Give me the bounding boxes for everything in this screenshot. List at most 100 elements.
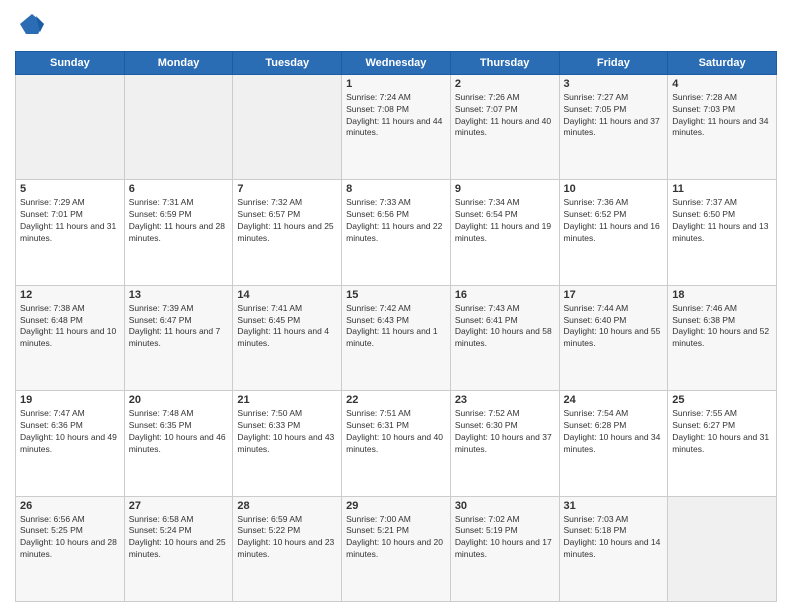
calendar-cell: 10 Sunrise: 7:36 AMSunset: 6:52 PMDayligh… [559, 180, 668, 285]
day-info: Sunrise: 7:36 AMSunset: 6:52 PMDaylight:… [564, 197, 664, 245]
day-number: 28 [237, 500, 337, 512]
week-row-4: 19Sunrise: 7:47 AMSunset: 6:36 PMDayligh… [16, 391, 777, 496]
calendar-cell: 15Sunrise: 7:42 AMSunset: 6:43 PMDayligh… [342, 285, 451, 390]
day-info: Sunrise: 7:42 AMSunset: 6:43 PMDaylight:… [346, 303, 446, 351]
day-info: Sunrise: 7:29 AMSunset: 7:01 PMDaylight:… [20, 197, 120, 245]
day-info: Sunrise: 7:41 AMSunset: 6:45 PMDaylight:… [237, 303, 337, 351]
logo-icon [18, 10, 46, 38]
calendar-cell: 5 Sunrise: 7:29 AMSunset: 7:01 PMDaylight… [16, 180, 125, 285]
calendar-cell: 11 Sunrise: 7:37 AMSunset: 6:50 PMDayligh… [668, 180, 777, 285]
calendar-cell: 29 Sunrise: 7:00 AMSunset: 5:21 PMDayligh… [342, 496, 451, 601]
weekday-header-thursday: Thursday [450, 51, 559, 74]
weekday-header-row: SundayMondayTuesdayWednesdayThursdayFrid… [16, 51, 777, 74]
day-number: 21 [237, 394, 337, 406]
calendar-cell: 9 Sunrise: 7:34 AMSunset: 6:54 PMDaylight… [450, 180, 559, 285]
week-row-3: 12Sunrise: 7:38 AMSunset: 6:48 PMDayligh… [16, 285, 777, 390]
calendar-cell: 23 Sunrise: 7:52 AMSunset: 6:30 PMDayligh… [450, 391, 559, 496]
day-info: Sunrise: 7:28 AMSunset: 7:03 PMDaylight:… [672, 92, 772, 140]
day-number: 19 [20, 394, 120, 406]
day-info: Sunrise: 7:27 AMSunset: 7:05 PMDaylight:… [564, 92, 664, 140]
day-number: 23 [455, 394, 555, 406]
calendar-cell: 21 Sunrise: 7:50 AMSunset: 6:33 PMDayligh… [233, 391, 342, 496]
day-info: Sunrise: 7:03 AMSunset: 5:18 PMDaylight:… [564, 514, 664, 562]
calendar-table: SundayMondayTuesdayWednesdayThursdayFrid… [15, 51, 777, 602]
day-number: 14 [237, 289, 337, 301]
calendar-cell [233, 74, 342, 179]
week-row-1: 1Sunrise: 7:24 AMSunset: 7:08 PMDaylight… [16, 74, 777, 179]
day-number: 18 [672, 289, 772, 301]
day-number: 2 [455, 78, 555, 90]
weekday-header-saturday: Saturday [668, 51, 777, 74]
day-number: 27 [129, 500, 229, 512]
day-number: 16 [455, 289, 555, 301]
day-info: Sunrise: 7:33 AMSunset: 6:56 PMDaylight:… [346, 197, 446, 245]
calendar-cell: 31Sunrise: 7:03 AMSunset: 5:18 PMDayligh… [559, 496, 668, 601]
calendar-cell: 20 Sunrise: 7:48 AMSunset: 6:35 PMDayligh… [124, 391, 233, 496]
calendar-cell: 13 Sunrise: 7:39 AMSunset: 6:47 PMDayligh… [124, 285, 233, 390]
day-info: Sunrise: 7:48 AMSunset: 6:35 PMDaylight:… [129, 408, 229, 456]
day-info: Sunrise: 7:46 AMSunset: 6:38 PMDaylight:… [672, 303, 772, 351]
calendar-cell: 26 Sunrise: 6:56 AMSunset: 5:25 PMDayligh… [16, 496, 125, 601]
day-number: 25 [672, 394, 772, 406]
calendar-cell: 7 Sunrise: 7:32 AMSunset: 6:57 PMDaylight… [233, 180, 342, 285]
day-number: 17 [564, 289, 664, 301]
calendar-cell: 22Sunrise: 7:51 AMSunset: 6:31 PMDayligh… [342, 391, 451, 496]
weekday-header-sunday: Sunday [16, 51, 125, 74]
day-number: 13 [129, 289, 229, 301]
calendar-cell [668, 496, 777, 601]
day-number: 5 [20, 183, 120, 195]
day-number: 4 [672, 78, 772, 90]
calendar-cell: 4 Sunrise: 7:28 AMSunset: 7:03 PMDaylight… [668, 74, 777, 179]
day-info: Sunrise: 7:37 AMSunset: 6:50 PMDaylight:… [672, 197, 772, 245]
calendar-cell: 6Sunrise: 7:31 AMSunset: 6:59 PMDaylight… [124, 180, 233, 285]
calendar-cell [16, 74, 125, 179]
calendar-cell: 18 Sunrise: 7:46 AMSunset: 6:38 PMDayligh… [668, 285, 777, 390]
day-info: Sunrise: 7:43 AMSunset: 6:41 PMDaylight:… [455, 303, 555, 351]
day-number: 3 [564, 78, 664, 90]
day-info: Sunrise: 7:39 AMSunset: 6:47 PMDaylight:… [129, 303, 229, 351]
calendar-cell: 12Sunrise: 7:38 AMSunset: 6:48 PMDayligh… [16, 285, 125, 390]
logo-text [15, 10, 46, 43]
day-info: Sunrise: 7:31 AMSunset: 6:59 PMDaylight:… [129, 197, 229, 245]
day-number: 29 [346, 500, 446, 512]
calendar-cell: 28 Sunrise: 6:59 AMSunset: 5:22 PMDayligh… [233, 496, 342, 601]
calendar-cell: 1Sunrise: 7:24 AMSunset: 7:08 PMDaylight… [342, 74, 451, 179]
day-info: Sunrise: 7:50 AMSunset: 6:33 PMDaylight:… [237, 408, 337, 456]
calendar-cell [124, 74, 233, 179]
day-info: Sunrise: 7:26 AMSunset: 7:07 PMDaylight:… [455, 92, 555, 140]
weekday-header-friday: Friday [559, 51, 668, 74]
calendar-cell: 24 Sunrise: 7:54 AMSunset: 6:28 PMDayligh… [559, 391, 668, 496]
day-info: Sunrise: 6:59 AMSunset: 5:22 PMDaylight:… [237, 514, 337, 562]
day-info: Sunrise: 7:52 AMSunset: 6:30 PMDaylight:… [455, 408, 555, 456]
logo [15, 10, 46, 43]
day-info: Sunrise: 7:32 AMSunset: 6:57 PMDaylight:… [237, 197, 337, 245]
weekday-header-wednesday: Wednesday [342, 51, 451, 74]
header [15, 10, 777, 43]
day-info: Sunrise: 7:34 AMSunset: 6:54 PMDaylight:… [455, 197, 555, 245]
day-info: Sunrise: 7:54 AMSunset: 6:28 PMDaylight:… [564, 408, 664, 456]
day-number: 12 [20, 289, 120, 301]
calendar-cell: 19Sunrise: 7:47 AMSunset: 6:36 PMDayligh… [16, 391, 125, 496]
day-number: 26 [20, 500, 120, 512]
day-info: Sunrise: 7:44 AMSunset: 6:40 PMDaylight:… [564, 303, 664, 351]
day-info: Sunrise: 7:00 AMSunset: 5:21 PMDaylight:… [346, 514, 446, 562]
calendar-cell: 17 Sunrise: 7:44 AMSunset: 6:40 PMDayligh… [559, 285, 668, 390]
calendar-cell: 14 Sunrise: 7:41 AMSunset: 6:45 PMDayligh… [233, 285, 342, 390]
day-number: 7 [237, 183, 337, 195]
week-row-5: 26 Sunrise: 6:56 AMSunset: 5:25 PMDayligh… [16, 496, 777, 601]
day-number: 20 [129, 394, 229, 406]
day-number: 10 [564, 183, 664, 195]
day-number: 11 [672, 183, 772, 195]
day-info: Sunrise: 7:51 AMSunset: 6:31 PMDaylight:… [346, 408, 446, 456]
calendar-cell: 8Sunrise: 7:33 AMSunset: 6:56 PMDaylight… [342, 180, 451, 285]
day-info: Sunrise: 6:56 AMSunset: 5:25 PMDaylight:… [20, 514, 120, 562]
day-number: 24 [564, 394, 664, 406]
day-number: 9 [455, 183, 555, 195]
calendar-cell: 2 Sunrise: 7:26 AMSunset: 7:07 PMDaylight… [450, 74, 559, 179]
weekday-header-tuesday: Tuesday [233, 51, 342, 74]
day-info: Sunrise: 7:55 AMSunset: 6:27 PMDaylight:… [672, 408, 772, 456]
week-row-2: 5 Sunrise: 7:29 AMSunset: 7:01 PMDaylight… [16, 180, 777, 285]
calendar-cell: 27Sunrise: 6:58 AMSunset: 5:24 PMDayligh… [124, 496, 233, 601]
calendar-cell: 30Sunrise: 7:02 AMSunset: 5:19 PMDayligh… [450, 496, 559, 601]
day-info: Sunrise: 7:24 AMSunset: 7:08 PMDaylight:… [346, 92, 446, 140]
